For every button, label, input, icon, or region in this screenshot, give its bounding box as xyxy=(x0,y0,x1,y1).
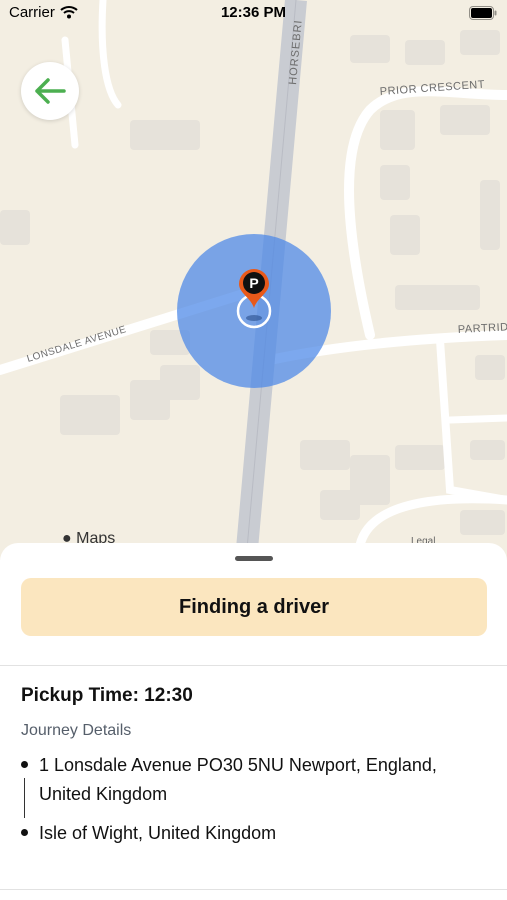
trip-status-sheet: Finding a driver Pickup Time: 12:30 Jour… xyxy=(0,543,507,900)
route-connector xyxy=(24,778,25,818)
destination-stop: Isle of Wight, United Kingdom xyxy=(39,823,277,843)
street-label-partridge: PARTRID xyxy=(458,321,507,336)
search-radius-circle xyxy=(177,234,331,388)
journey-details-heading: Journey Details xyxy=(21,722,132,739)
status-time: 12:36 PM xyxy=(220,4,287,21)
pickup-stop: 1 Lonsdale Avenue PO30 5NU Newport, Engl… xyxy=(39,755,437,804)
status-bar: Carrier 12:36 PM xyxy=(0,0,507,28)
street-label-lonsdale-avenue: LONSDALE AVENUE xyxy=(26,324,128,365)
sheet-grabber[interactable] xyxy=(235,556,273,561)
stop-bullet-icon xyxy=(21,829,28,836)
divider xyxy=(0,665,507,666)
stop-bullet-icon xyxy=(21,761,28,768)
status-banner: Finding a driver xyxy=(21,578,487,636)
divider xyxy=(0,889,507,890)
battery-icon xyxy=(469,6,497,25)
pickup-time: Pickup Time: 12:30 xyxy=(21,685,193,706)
back-arrow-icon xyxy=(35,78,66,104)
pin-label: P xyxy=(249,275,258,291)
back-button[interactable] xyxy=(21,62,79,120)
